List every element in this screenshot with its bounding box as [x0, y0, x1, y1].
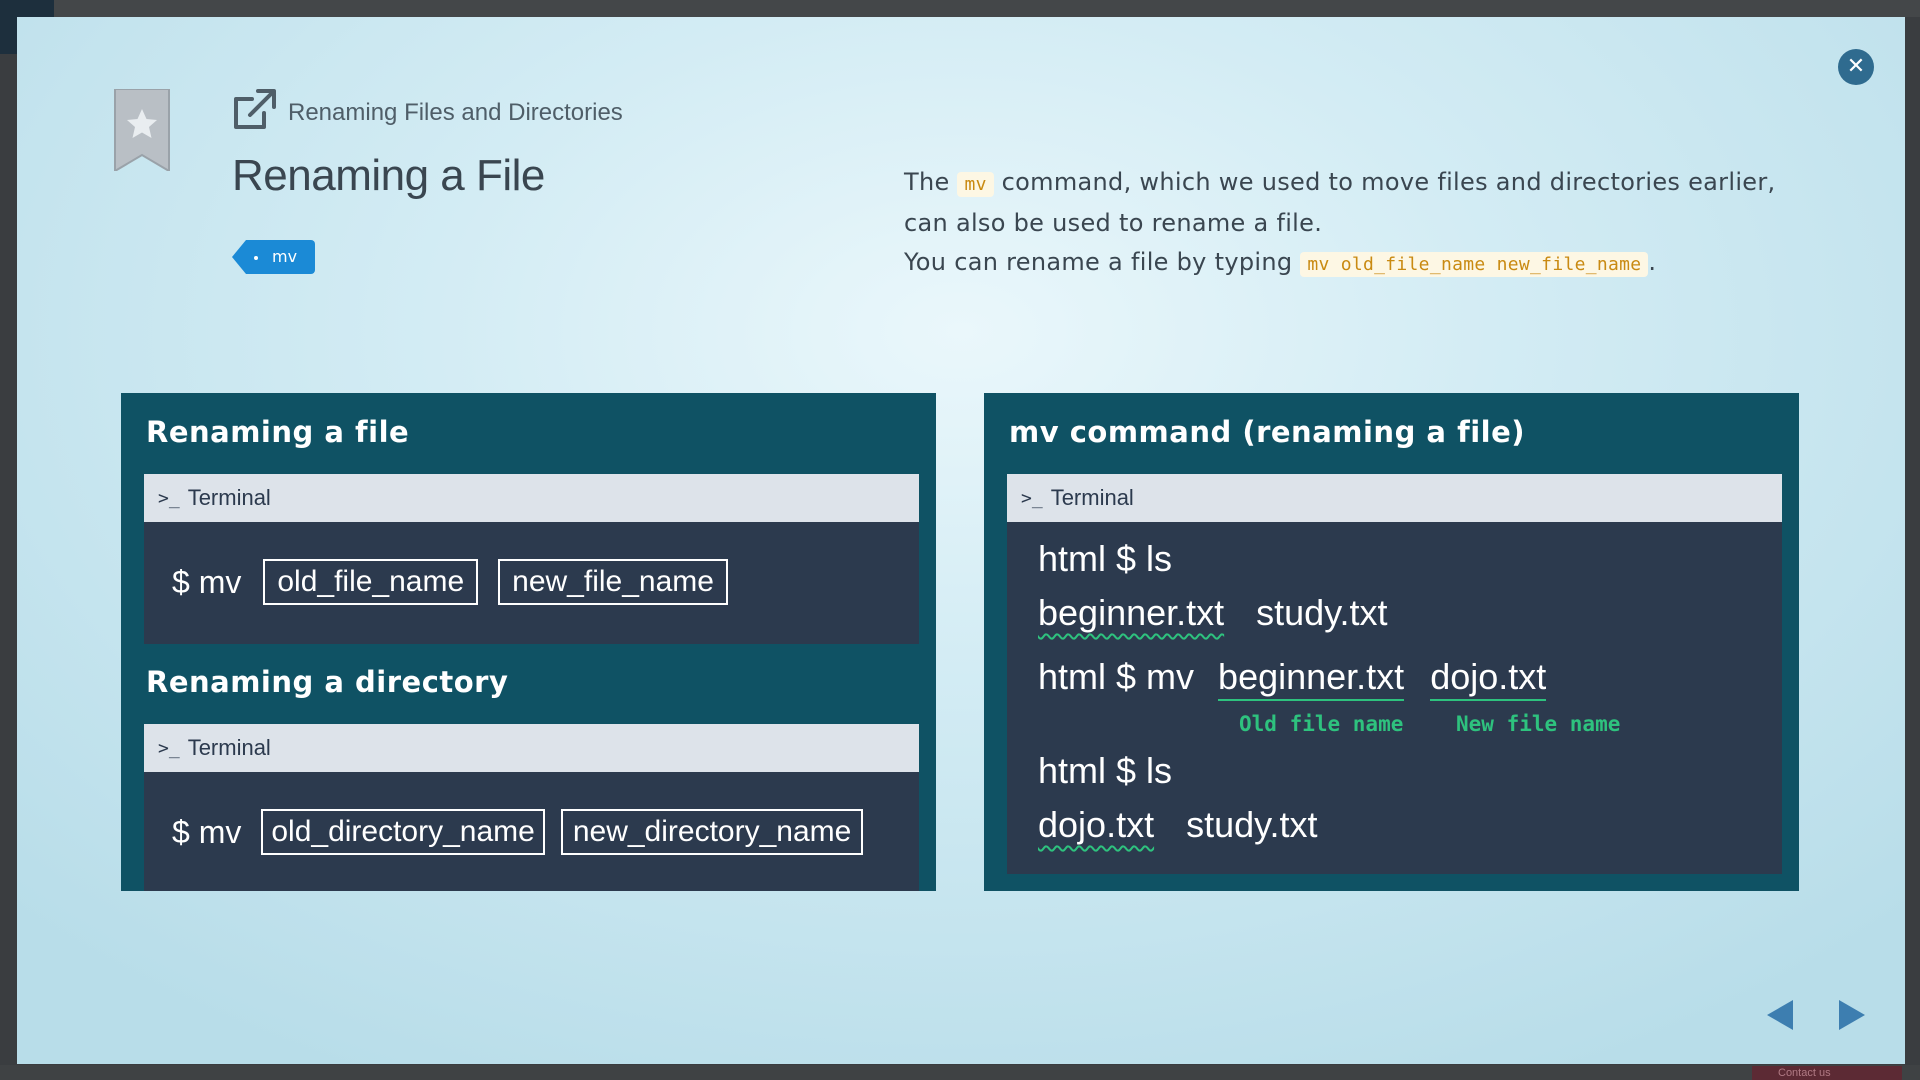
command-prompt: $ mv [172, 813, 242, 850]
inline-code: mv old_file_name new_file_name [1300, 252, 1649, 277]
previous-slide-button[interactable] [1767, 1000, 1793, 1030]
beginner-file: beginner.txt [1038, 592, 1225, 633]
terminal-line-listing-1: beginner.txt study.txt [1038, 592, 1388, 633]
new-file-name-label: New file name [1456, 712, 1621, 736]
terminal-titlebar: >_ Terminal [144, 724, 919, 772]
new-file-name-box: new_file_name [498, 559, 728, 605]
slide-renaming: Renaming a file >_ Terminal $ mv old_fil… [121, 393, 936, 891]
terminal-line-ls-2: html $ ls [1038, 750, 1173, 791]
old-file-name-box: old_file_name [263, 559, 479, 605]
terminal-titlebar: >_ Terminal [1007, 474, 1782, 522]
heading-renaming-file: Renaming a file [146, 415, 410, 449]
dojo-file: dojo.txt [1038, 804, 1155, 845]
backdrop-bottom-bar [0, 1065, 1920, 1080]
backdrop-topbar [0, 0, 1920, 17]
terminal-directory: >_ Terminal $ mv old_directory_name new_… [144, 724, 919, 891]
section-title[interactable]: Renaming Files and Directories [288, 99, 623, 131]
terminal-line-listing-2: dojo.txt study.txt [1038, 804, 1318, 845]
inline-code: mv [957, 172, 994, 197]
old-directory-name-box: old_directory_name [261, 809, 545, 855]
close-icon: ✕ [1846, 54, 1866, 79]
page-title: Renaming a File [232, 151, 545, 200]
external-link-icon[interactable] [232, 87, 278, 131]
next-slide-button[interactable] [1839, 1000, 1865, 1030]
tag-label: mv [272, 247, 298, 266]
terminal-file: >_ Terminal $ mv old_file_name new_file_… [144, 474, 919, 644]
terminal-titlebar: >_ Terminal [144, 474, 919, 522]
contact-us-button[interactable]: Contact us [1752, 1066, 1902, 1080]
old-file-name: beginner.txt [1218, 656, 1405, 701]
close-button[interactable]: ✕ [1838, 49, 1874, 85]
terminal-icon: >_ [158, 487, 180, 509]
new-file-name: dojo.txt [1430, 656, 1547, 701]
lesson-description: The mv command, which we used to move fi… [904, 168, 1776, 277]
lesson-header: Renaming Files and Directories Renaming … [232, 87, 623, 274]
heading-mv-command: mv command (renaming a file) [1009, 415, 1526, 449]
terminal-mv-example: >_ Terminal html $ ls beginner.txt study… [1007, 474, 1782, 874]
terminal-line-mv: html $ mv beginner.txt dojo.txt [1038, 656, 1547, 701]
old-file-name-label: Old file name [1239, 712, 1404, 736]
lesson-modal: ✕ Renaming Files and Directories Renamin… [17, 17, 1905, 1064]
terminal-icon: >_ [158, 737, 180, 759]
star-bookmark-icon[interactable] [113, 89, 171, 171]
terminal-icon: >_ [1021, 487, 1043, 509]
topic-tag[interactable]: mv [232, 240, 316, 274]
new-directory-name-box: new_directory_name [560, 809, 864, 855]
terminal-line-ls-1: html $ ls [1038, 538, 1173, 579]
command-prompt: $ mv [172, 563, 242, 600]
heading-renaming-directory: Renaming a directory [146, 665, 509, 699]
slide-mv-command: mv command (renaming a file) >_ Terminal… [984, 393, 1799, 891]
